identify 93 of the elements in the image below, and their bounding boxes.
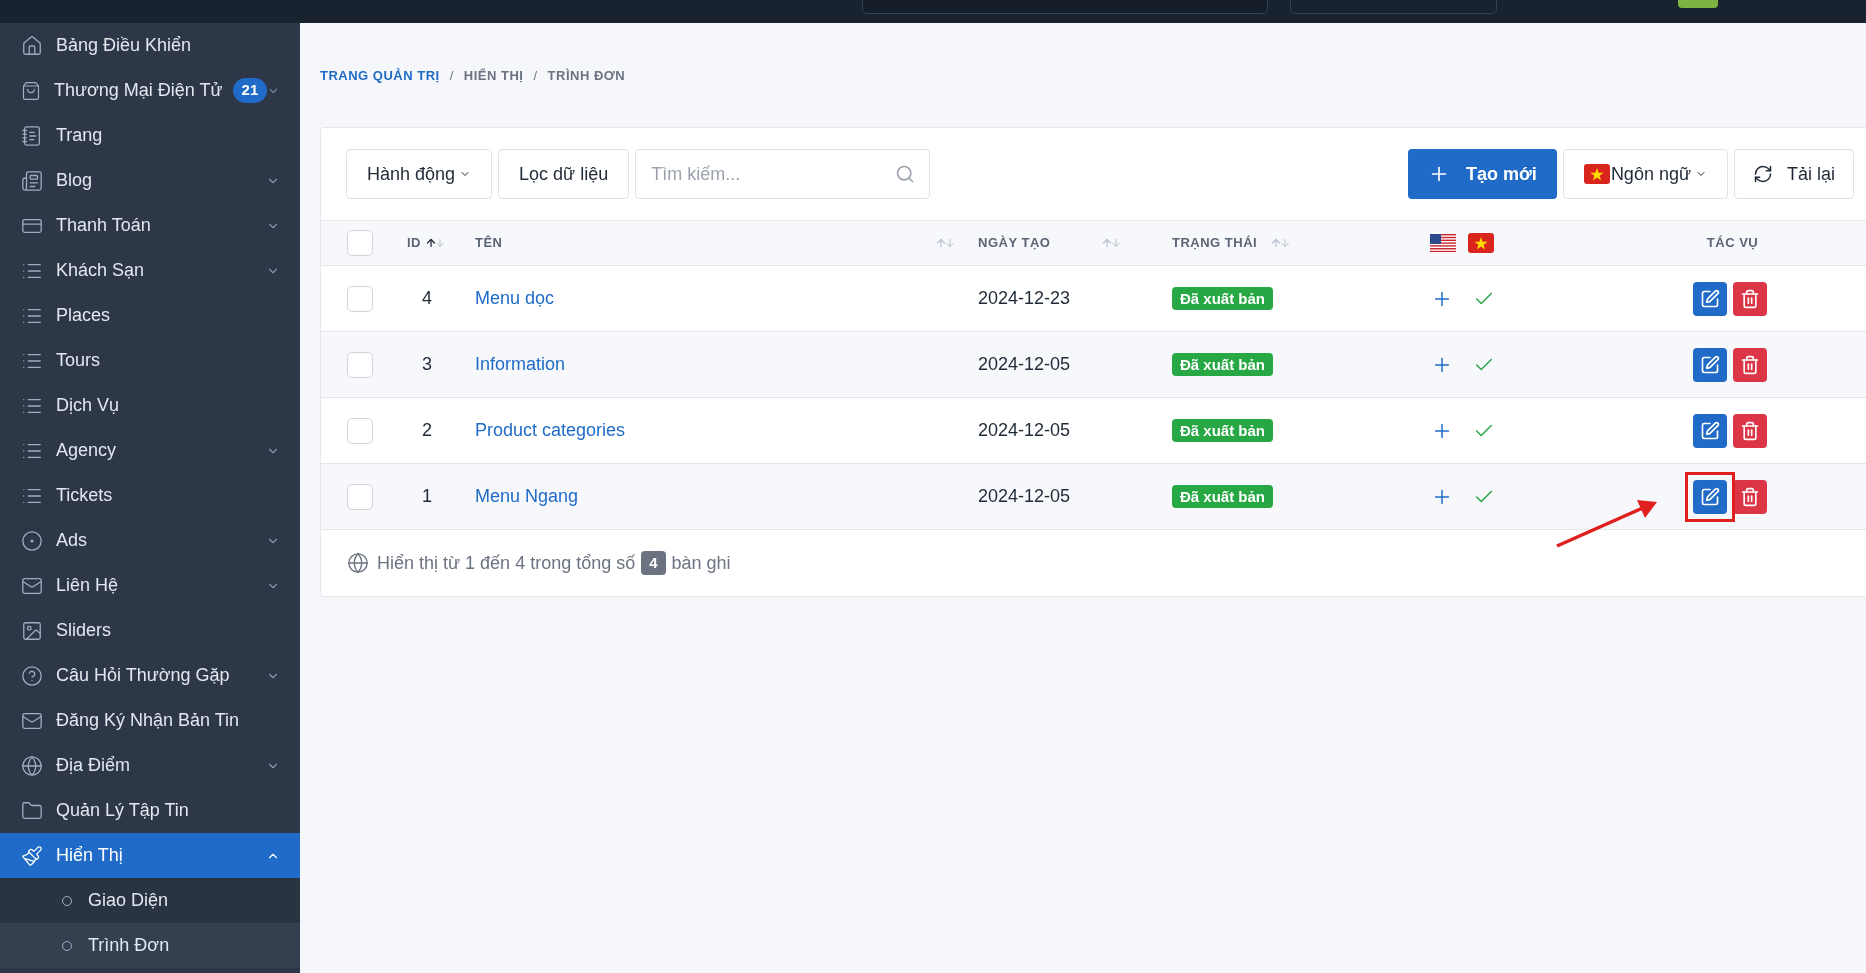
circle-icon <box>21 529 43 552</box>
row-checkbox[interactable] <box>347 285 373 312</box>
sidebar-item[interactable]: Blog <box>0 158 300 203</box>
count-badge: 4 <box>641 550 666 576</box>
sidebar-item[interactable]: Câu Hỏi Thường Gặp <box>0 653 300 698</box>
table-cell: 2024-12-05 <box>978 486 1071 506</box>
help-icon <box>21 664 43 687</box>
breadcrumb-link[interactable]: TRÌNH ĐƠN <box>547 66 626 86</box>
sidebar-subitem[interactable]: Giao Diện <box>0 878 300 923</box>
status-badge: Đã xuất bản <box>1172 419 1274 442</box>
breadcrumb-separator: / <box>449 67 454 86</box>
status-badge: Đã xuất bản <box>1172 287 1274 310</box>
table-cell: 3 <box>422 354 432 374</box>
sidebar-subitem[interactable]: Trình Đơn <box>0 923 300 968</box>
sidebar-item[interactable]: Liên Hệ <box>0 563 300 608</box>
item-link[interactable]: Menu dọc <box>475 288 555 308</box>
refresh-icon <box>1753 164 1773 184</box>
edit-icon <box>1699 486 1720 507</box>
column-header: TRẠNG THÁI <box>1172 234 1258 253</box>
edit-button[interactable] <box>1692 281 1727 316</box>
trash-icon <box>1739 354 1760 375</box>
table-cell: 1 <box>422 486 432 506</box>
edit-icon <box>1699 288 1720 309</box>
select-all-checkbox[interactable] <box>347 230 373 256</box>
count-badge: 21 <box>232 78 268 103</box>
sort-icon[interactable] <box>425 237 446 249</box>
sidebar-item[interactable]: Thanh Toán <box>0 203 300 248</box>
sidebar-item[interactable]: Ads <box>0 518 300 563</box>
table-cell: 2024-12-05 <box>978 354 1071 374</box>
edit-button[interactable] <box>1692 347 1727 382</box>
vietnam-flag-icon <box>1468 233 1494 253</box>
us-flag-icon <box>1430 234 1456 252</box>
row-checkbox[interactable] <box>347 417 373 444</box>
item-link[interactable]: Menu Ngang <box>475 486 579 506</box>
delete-button[interactable] <box>1732 347 1767 382</box>
column-header: NGÀY TẠO <box>978 234 1051 253</box>
sidebar-item[interactable]: Thương Mại Điện Tử 21 <box>0 68 300 113</box>
sidebar-item[interactable]: Sliders <box>0 608 300 653</box>
trash-icon <box>1739 420 1760 441</box>
edit-icon <box>1699 420 1720 441</box>
sidebar-item[interactable]: Tickets <box>0 473 300 518</box>
column-header: ID <box>407 234 421 253</box>
sidebar-item[interactable]: Trang <box>0 113 300 158</box>
column-header: TÊN <box>475 234 503 253</box>
status-badge: Đã xuất bản <box>1172 485 1274 508</box>
vietnam-flag-icon <box>1583 164 1610 184</box>
sidebar-item[interactable]: Quản Lý Tập Tin <box>0 788 300 833</box>
filter-button[interactable]: Lọc dữ liệu <box>498 149 630 199</box>
table-cell: 2 <box>422 420 432 440</box>
row-checkbox[interactable] <box>347 483 373 510</box>
breadcrumb-link[interactable]: HIỂN THỊ <box>463 66 524 86</box>
edit-button[interactable] <box>1692 479 1727 514</box>
shopping-bag-icon <box>21 79 41 102</box>
status-badge: Đã xuất bản <box>1172 353 1274 376</box>
trash-icon <box>1739 486 1760 507</box>
records-summary: Hiển thị từ 1 đến 4 trong tổng số <box>377 551 636 575</box>
sidebar-item[interactable]: Agency <box>0 428 300 473</box>
brush-icon <box>21 844 43 867</box>
search-icon <box>895 164 916 184</box>
trash-icon <box>1739 288 1760 309</box>
sidebar-item[interactable]: Khách Sạn <box>0 248 300 293</box>
sidebar-item[interactable]: Places <box>0 293 300 338</box>
table-cell: 2024-12-05 <box>978 420 1071 440</box>
document-icon <box>21 169 43 192</box>
actions-button[interactable]: Hành động <box>346 149 493 199</box>
sidebar-item[interactable]: Dịch Vụ <box>0 383 300 428</box>
records-summary-end: bàn ghi <box>671 551 731 575</box>
delete-button[interactable] <box>1732 281 1767 316</box>
sidebar-item[interactable]: Hiển Thị <box>0 833 300 878</box>
language-button[interactable]: Ngôn ngữ <box>1562 149 1728 199</box>
item-link[interactable]: Information <box>475 354 566 374</box>
delete-button[interactable] <box>1732 413 1767 448</box>
sidebar-item[interactable]: Bảng Điều Khiển <box>0 23 300 68</box>
notebook-icon <box>21 124 43 147</box>
globe-icon <box>347 552 369 574</box>
breadcrumb-separator: / <box>533 67 538 86</box>
column-header: TÁC VỤ <box>1706 234 1759 253</box>
create-button[interactable]: Tạo mới <box>1408 149 1557 199</box>
sidebar-item[interactable]: Địa Điểm <box>0 743 300 788</box>
edit-button[interactable] <box>1692 413 1727 448</box>
home-icon <box>21 34 43 57</box>
folder-icon <box>21 799 43 822</box>
table-cell: 4 <box>422 288 432 308</box>
sidebar-item[interactable]: Tours <box>0 338 300 383</box>
edit-icon <box>1699 354 1720 375</box>
table-cell: 2024-12-23 <box>978 288 1071 308</box>
image-icon <box>21 619 43 642</box>
item-link[interactable]: Product categories <box>475 420 626 440</box>
row-checkbox[interactable] <box>347 351 373 378</box>
reload-button[interactable]: Tải lại <box>1734 149 1854 199</box>
breadcrumb-link[interactable]: TRANG QUẢN TRỊ <box>320 66 440 86</box>
globe-icon <box>21 754 43 777</box>
sidebar-item[interactable]: Đăng Ký Nhận Bản Tin <box>0 698 300 743</box>
